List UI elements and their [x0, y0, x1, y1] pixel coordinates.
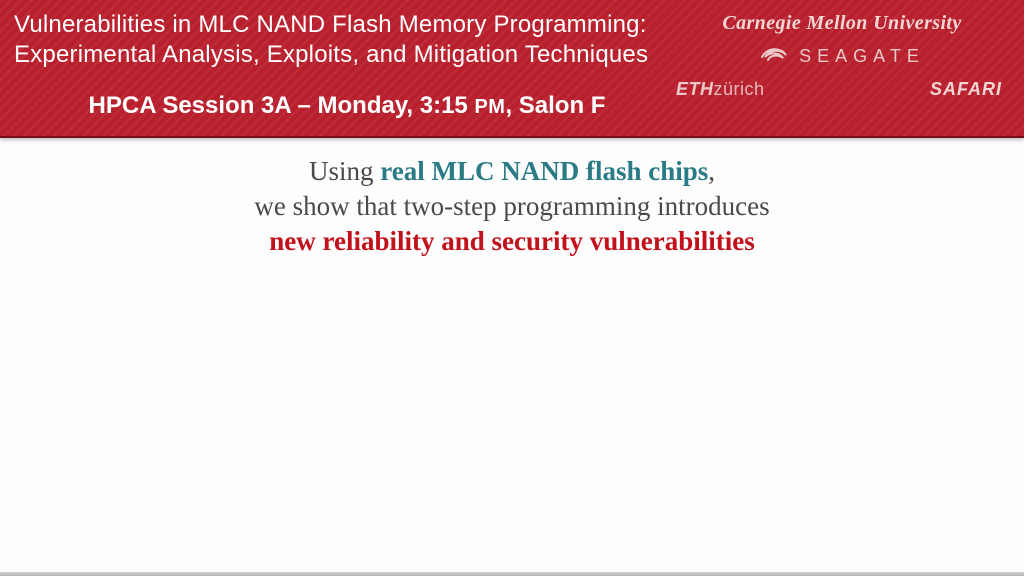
body-l1b: real MLC NAND flash chips [380, 156, 708, 186]
title-line-2: Experimental Analysis, Exploits, and Mit… [14, 40, 664, 70]
header-banner: Vulnerabilities in MLC NAND Flash Memory… [0, 0, 1024, 138]
logo-seagate: SEAGATE [672, 45, 1012, 67]
logo-seagate-text: SEAGATE [799, 46, 925, 67]
body-line-3: new reliability and security vulnerabili… [0, 224, 1024, 259]
footer-divider [0, 572, 1024, 576]
slide: Vulnerabilities in MLC NAND Flash Memory… [0, 0, 1024, 576]
session-prefix: HPCA Session 3A – Monday, 3:15 [89, 92, 475, 119]
eth-light: zürich [714, 79, 765, 99]
logo-row-bottom: ETHzürich SAFARI [672, 79, 1012, 100]
session-pm: PM [474, 96, 505, 118]
body-line-1: Using real MLC NAND flash chips, [0, 154, 1024, 189]
logo-cmu: Carnegie Mellon University [672, 12, 1012, 35]
logo-eth: ETHzürich [676, 79, 765, 100]
logo-safari: SAFARI [930, 79, 1002, 100]
body-l1c: , [708, 156, 715, 186]
title-line-1: Vulnerabilities in MLC NAND Flash Memory… [14, 10, 664, 40]
slide-title: Vulnerabilities in MLC NAND Flash Memory… [14, 10, 664, 70]
affiliations: Carnegie Mellon University SEAGATE ETHzü… [672, 6, 1012, 100]
body-l1a: Using [309, 156, 380, 186]
body-text: Using real MLC NAND flash chips, we show… [0, 154, 1024, 259]
session-suffix: , Salon F [505, 92, 605, 119]
seagate-swirl-icon [759, 45, 789, 67]
session-info: HPCA Session 3A – Monday, 3:15 PM, Salon… [0, 92, 694, 120]
eth-bold: ETH [676, 79, 714, 99]
body-line-2: we show that two-step programming introd… [0, 189, 1024, 224]
